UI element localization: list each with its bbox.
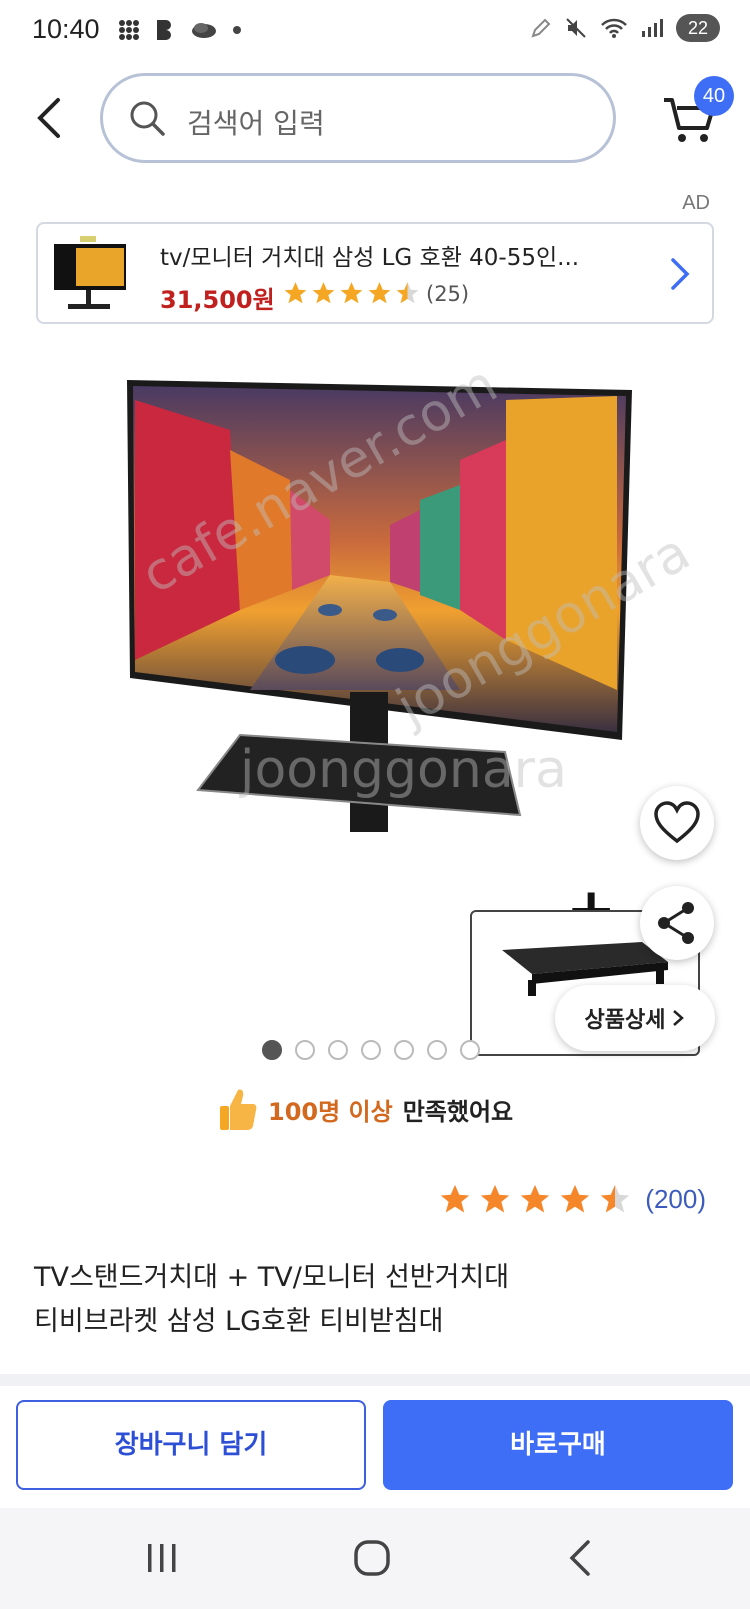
review-rating[interactable]: (200): [437, 1182, 706, 1216]
battery-indicator: 22: [676, 14, 720, 42]
ad-label: AD: [682, 192, 710, 214]
satisfaction-count: 100명 이상: [268, 1097, 393, 1126]
carousel-dot[interactable]: [295, 1040, 315, 1060]
pen-icon: [531, 18, 551, 38]
recent-apps-icon[interactable]: [142, 1538, 182, 1578]
dot-icon: [233, 26, 241, 34]
share-icon: [658, 902, 694, 944]
b-app-icon: [157, 20, 171, 40]
grid-dots-icon: [119, 20, 139, 40]
carousel-indicator: [262, 1040, 480, 1060]
review-count: (200): [645, 1183, 706, 1214]
thumbs-up-icon: [220, 1089, 257, 1130]
status-bar: 10:40 22: [0, 0, 750, 64]
carousel-dot[interactable]: [394, 1040, 414, 1060]
star-icon: [284, 282, 307, 304]
half-star-icon: [396, 282, 419, 304]
product-page: 10:40 22 검색어 입력 40 AD tv/모니터 거치대 삼성 LG 호…: [0, 0, 750, 1609]
watermark-text: joonggonara: [240, 740, 567, 800]
back-arrow-icon[interactable]: [30, 96, 70, 140]
buy-now-button[interactable]: 바로구매: [383, 1400, 733, 1490]
carousel-dot[interactable]: [460, 1040, 480, 1060]
star-icon: [481, 1184, 510, 1213]
chevron-right-icon: [671, 258, 690, 290]
status-notification-icons: [118, 18, 242, 42]
cloud-icon: [192, 23, 216, 38]
carousel-dot[interactable]: [361, 1040, 381, 1060]
product-title-line: 티비브라켓 삼성 LG호환 티비받침대: [34, 1306, 444, 1337]
star-icon: [340, 282, 363, 304]
satisfaction-text: 만족했어요: [402, 1097, 514, 1126]
satisfaction-banner: 100명 이상 만족했어요: [218, 1086, 513, 1132]
star-icon: [561, 1184, 590, 1213]
home-icon[interactable]: [352, 1538, 392, 1578]
product-detail-label: 상품상세: [584, 1008, 666, 1033]
section-divider: [0, 1374, 750, 1386]
product-title: TV스탠드거치대 + TV/모니터 선반거치대 티비브라켓 삼성 LG호환 티비…: [34, 1256, 714, 1344]
ad-product-thumbnail: [54, 236, 126, 309]
half-star-icon: [601, 1184, 630, 1213]
star-icon: [368, 282, 391, 304]
product-title-line: TV스탠드거치대 + TV/모니터 선반거치대: [34, 1262, 510, 1293]
signal-icon: [642, 19, 663, 37]
heart-icon: [654, 801, 700, 844]
star-icon: [521, 1184, 550, 1213]
status-system-icons: 22: [530, 14, 720, 42]
share-button[interactable]: [640, 886, 714, 960]
search-input[interactable]: 검색어 입력: [100, 73, 616, 163]
ad-card[interactable]: tv/모니터 거치대 삼성 LG 호환 40-55인... 31,500원 (2…: [36, 222, 714, 324]
mute-icon: [566, 18, 586, 38]
ad-price: 31,500원: [160, 286, 275, 314]
cart-count-badge: 40: [694, 76, 734, 116]
search-icon: [130, 101, 165, 136]
search-placeholder: 검색어 입력: [187, 107, 325, 140]
carousel-dot[interactable]: [328, 1040, 348, 1060]
chevron-right-icon: [673, 1010, 685, 1026]
carousel-dot[interactable]: [427, 1040, 447, 1060]
system-navigation-bar: [0, 1508, 750, 1609]
ad-title: tv/모니터 거치대 삼성 LG 호환 40-55인...: [160, 245, 580, 271]
ad-star-rating: [282, 280, 421, 306]
back-icon[interactable]: [562, 1538, 602, 1578]
ad-review-count: (25): [426, 282, 470, 306]
status-time: 10:40: [32, 14, 100, 44]
add-to-cart-button[interactable]: 장바구니 담기: [16, 1400, 366, 1490]
wifi-icon: [601, 18, 627, 38]
carousel-dot[interactable]: [262, 1040, 282, 1060]
star-icon: [312, 282, 335, 304]
product-detail-button[interactable]: 상품상세: [555, 985, 715, 1051]
star-icon: [441, 1184, 470, 1213]
wishlist-button[interactable]: [640, 786, 714, 860]
